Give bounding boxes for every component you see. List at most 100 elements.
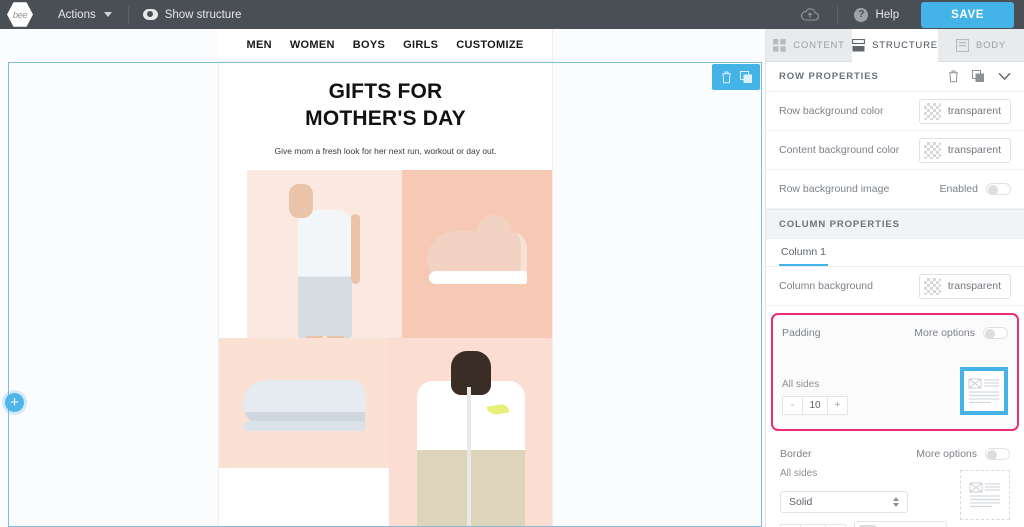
row-background-color-label: Row background color <box>779 105 884 117</box>
chevron-updown-icon <box>893 497 899 507</box>
transparent-swatch-icon <box>923 277 941 295</box>
chevron-up-icon <box>893 497 899 501</box>
chevron-down-icon <box>103 12 112 17</box>
column-background-label: Column background <box>779 280 873 292</box>
toggle-knob <box>988 185 998 195</box>
column-tab-1[interactable]: Column 1 <box>779 239 828 266</box>
rows-icon <box>852 38 866 52</box>
tab-content[interactable]: CONTENT <box>766 29 852 62</box>
padding-decrement-button[interactable]: - <box>782 396 803 415</box>
column-properties-title: COLUMN PROPERTIES <box>779 218 900 230</box>
border-preview-icon <box>960 470 1010 520</box>
toolbar-divider <box>127 5 129 24</box>
tab-structure-label: STRUCTURE <box>872 39 938 51</box>
padding-preview-icon <box>960 367 1008 415</box>
padding-increment-button[interactable]: + <box>827 396 848 415</box>
row-background-image-toggle[interactable] <box>986 183 1011 195</box>
email-builder-app: bee Actions Show structure ? Help SAVE M… <box>0 0 1024 527</box>
transparent-swatch-icon <box>923 141 941 159</box>
actions-menu-button[interactable]: Actions <box>48 5 122 25</box>
nav-item-boys[interactable]: BOYS <box>353 39 385 51</box>
properties-panel: CONTENT STRUCTURE BODY ROW PROPERTIES Ro… <box>765 29 1024 527</box>
actions-label: Actions <box>58 8 96 21</box>
row-background-image-control: Enabled <box>939 183 1011 195</box>
tab-structure[interactable]: STRUCTURE <box>852 29 938 62</box>
padding-section: Padding More options All sides - 10 + <box>771 313 1019 431</box>
column-background-color-picker[interactable]: transparent <box>918 273 1011 299</box>
padding-more-options-control: More options <box>914 327 1008 339</box>
padding-stepper: - 10 + <box>782 396 848 415</box>
row-background-color-row: Row background color transparent <box>766 92 1024 131</box>
duplicate-row-icon[interactable] <box>737 68 755 86</box>
content-background-color-control: transparent <box>918 137 1011 163</box>
column-properties-header: COLUMN PROPERTIES <box>766 209 1024 239</box>
row-actions-toolbar <box>712 64 760 90</box>
trash-icon[interactable] <box>948 70 959 83</box>
border-more-options-toggle[interactable] <box>985 448 1010 460</box>
border-section: Border More options All sides Solid <box>771 438 1019 527</box>
padding-more-options-label: More options <box>914 327 975 339</box>
transparent-swatch-icon <box>923 102 941 120</box>
border-style-select[interactable]: Solid <box>780 491 908 513</box>
top-bar: bee Actions Show structure ? Help SAVE <box>0 0 1024 29</box>
row-background-color-value: transparent <box>947 105 1001 117</box>
border-more-options-label: More options <box>916 448 977 460</box>
border-width-color-group: - 1 + #DEDEDE <box>780 521 947 527</box>
help-label: Help <box>875 8 900 21</box>
padding-header: Padding More options <box>782 327 1008 339</box>
nav-item-women[interactable]: WOMEN <box>290 39 335 51</box>
nav-item-men[interactable]: MEN <box>246 39 271 51</box>
row-properties-header-actions <box>948 70 1011 83</box>
add-row-button[interactable]: + <box>5 393 24 412</box>
app-logo[interactable]: bee <box>0 2 40 28</box>
row-background-image-state: Enabled <box>939 183 978 195</box>
row-background-image-row: Row background image Enabled <box>766 170 1024 209</box>
padding-controls: All sides - 10 + <box>782 367 1008 415</box>
selected-row-outline[interactable] <box>8 62 762 527</box>
content-background-color-value: transparent <box>947 144 1001 156</box>
duplicate-icon[interactable] <box>972 70 985 83</box>
logo-text: bee <box>12 9 28 20</box>
chevron-down-icon <box>893 503 899 507</box>
nav-item-girls[interactable]: GIRLS <box>403 39 438 51</box>
logo-hex-icon: bee <box>7 2 33 27</box>
border-label: Border <box>780 448 812 460</box>
content-background-color-label: Content background color <box>779 144 900 156</box>
padding-all-sides-group: All sides - 10 + <box>782 379 848 415</box>
row-background-color-picker[interactable]: transparent <box>918 98 1011 124</box>
border-all-sides-group: All sides Solid - 1 <box>780 460 947 527</box>
padding-value-input[interactable]: 10 <box>802 396 828 415</box>
top-bar-right-group: ? Help SAVE <box>801 1 1024 28</box>
tab-content-label: CONTENT <box>793 39 845 51</box>
toolbar-divider-2 <box>837 5 839 24</box>
column-background-value: transparent <box>947 280 1001 292</box>
row-properties-header: ROW PROPERTIES <box>766 62 1024 92</box>
toggle-knob <box>987 450 997 460</box>
row-properties-title: ROW PROPERTIES <box>779 71 879 82</box>
row-background-image-label: Row background image <box>779 183 890 195</box>
border-controls: All sides Solid - 1 <box>780 460 1010 527</box>
tab-body[interactable]: BODY <box>938 29 1024 62</box>
content-background-color-row: Content background color transparent <box>766 131 1024 170</box>
cloud-save-icon[interactable] <box>801 8 820 21</box>
border-more-options-control: More options <box>916 448 1010 460</box>
row-background-color-control: transparent <box>918 98 1011 124</box>
nav-item-customize[interactable]: CUSTOMIZE <box>456 39 523 51</box>
show-structure-toggle[interactable]: Show structure <box>135 5 250 25</box>
save-button[interactable]: SAVE <box>921 1 1014 28</box>
delete-row-icon[interactable] <box>717 68 735 86</box>
help-button[interactable]: ? Help <box>844 4 909 26</box>
chevron-down-icon[interactable] <box>998 72 1011 81</box>
border-all-sides-label: All sides <box>780 468 818 479</box>
panel-content: ROW PROPERTIES Row background color tran… <box>766 62 1024 527</box>
padding-label: Padding <box>782 327 821 339</box>
border-color-picker[interactable]: #DEDEDE <box>854 521 947 527</box>
content-background-color-picker[interactable]: transparent <box>918 137 1011 163</box>
column-background-control: transparent <box>918 273 1011 299</box>
toggle-knob <box>985 329 995 339</box>
email-nav-bar: MEN WOMEN BOYS GIRLS CUSTOMIZE <box>218 29 552 62</box>
grid-icon <box>773 38 786 52</box>
border-header: Border More options <box>780 448 1010 460</box>
email-canvas[interactable]: MEN WOMEN BOYS GIRLS CUSTOMIZE GIFTS FOR… <box>0 29 765 527</box>
padding-more-options-toggle[interactable] <box>983 327 1008 339</box>
